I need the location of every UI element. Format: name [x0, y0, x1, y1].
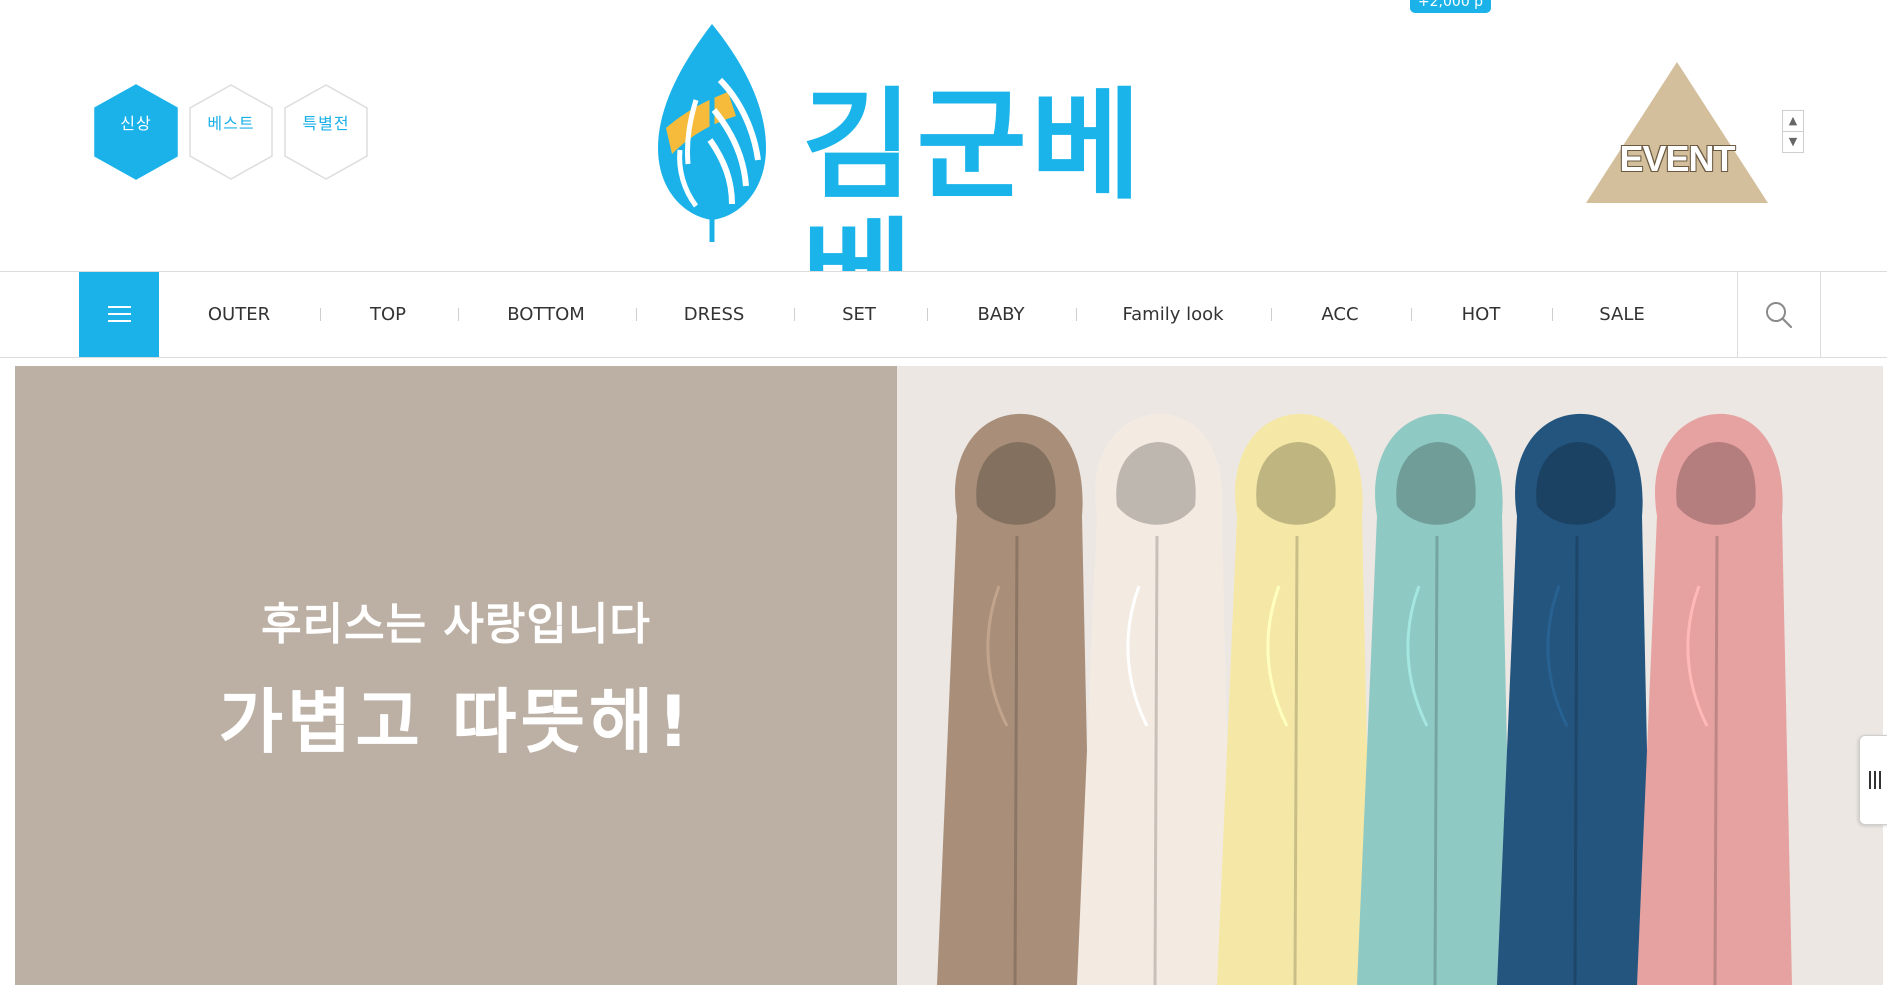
quick-tab-best[interactable]: 베스트 [189, 84, 273, 180]
nav-item-acc[interactable]: ACC [1321, 272, 1358, 357]
nav-divider [794, 308, 795, 321]
chevron-down-icon: ▼ [1788, 135, 1798, 148]
hoodie-item [1637, 413, 1792, 985]
hero-subtitle: 후리스는 사랑입니다 [261, 599, 651, 650]
menu-button[interactable] [79, 272, 159, 357]
side-panel-toggle[interactable] [1859, 735, 1887, 825]
quick-tab-new[interactable]: 신상 [94, 84, 178, 180]
scroll-down-button[interactable]: ▼ [1782, 131, 1804, 153]
chevron-up-icon: ▲ [1788, 114, 1798, 127]
nav-divider [927, 308, 928, 321]
quick-tab-label: 특별전 [302, 114, 350, 133]
fleece-hoodies-image [937, 413, 1792, 985]
event-banner[interactable]: EVENT [1585, 62, 1769, 206]
hero-title: 가볍고 따뜻해! [218, 681, 694, 763]
event-label: EVENT [1619, 138, 1735, 179]
point-badge: +2,000 p [1410, 0, 1491, 13]
hoodie-item [1497, 413, 1652, 985]
nav-item-hot[interactable]: HOT [1462, 272, 1501, 357]
hero-banner[interactable]: 후리스는 사랑입니다 가볍고 따뜻해! [15, 366, 1883, 985]
hero-product-image [897, 366, 1883, 985]
nav-divider [1552, 308, 1553, 321]
triangle-shape [1586, 62, 1768, 203]
nav-divider [320, 308, 321, 321]
search-button[interactable] [1737, 272, 1821, 357]
nav-item-set[interactable]: SET [842, 272, 876, 357]
quick-tab-special[interactable]: 특별전 [284, 84, 368, 180]
main-nav: OUTER TOP BOTTOM DRESS SET BABY Family l… [0, 271, 1887, 358]
nav-item-dress[interactable]: DRESS [684, 272, 745, 357]
quick-tab-label: 베스트 [207, 114, 255, 133]
nav-item-sale[interactable]: SALE [1599, 272, 1644, 357]
nav-item-family-look[interactable]: Family look [1122, 272, 1223, 357]
site-logo[interactable]: 김군베베 [650, 20, 1250, 342]
site-header: 신상 베스트 특별전 +2,000 p 김군베베 EVENT [0, 0, 1887, 342]
nav-divider [1411, 308, 1412, 321]
nav-divider [1076, 308, 1077, 321]
search-icon [1766, 302, 1793, 329]
nav-item-baby[interactable]: BABY [977, 272, 1024, 357]
nav-item-top[interactable]: TOP [370, 272, 406, 357]
nav-divider [458, 308, 459, 321]
hoodie-item [937, 413, 1092, 985]
scroll-up-button[interactable]: ▲ [1782, 110, 1804, 132]
hoodie-item [1217, 413, 1372, 985]
hoodie-item [1357, 413, 1512, 985]
leaf-logo-icon [658, 24, 766, 242]
nav-divider [636, 308, 637, 321]
nav-divider [1271, 308, 1272, 321]
quick-tab-label: 신상 [120, 114, 152, 133]
nav-item-bottom[interactable]: BOTTOM [507, 272, 585, 357]
hoodie-item [1077, 413, 1232, 985]
hero-text-panel: 후리스는 사랑입니다 가볍고 따뜻해! [15, 366, 897, 985]
nav-item-outer[interactable]: OUTER [208, 272, 270, 357]
